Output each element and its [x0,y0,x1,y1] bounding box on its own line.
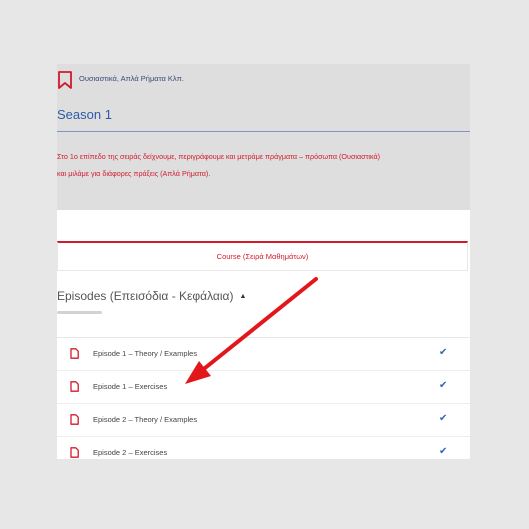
episodes-heading-label: Episodes (Επεισόδια - Κεφάλαια) [57,289,234,303]
file-icon [70,381,79,392]
list-item[interactable]: Episode 2 – Exercises ✔ [57,437,470,459]
list-item[interactable]: Episode 1 – Theory / Examples ✔ [57,338,470,371]
tab-course[interactable]: Course (Σειρά Μαθημάτων) [57,241,468,271]
season-divider [57,131,470,132]
tab-course-label: Course (Σειρά Μαθημάτων) [216,252,309,261]
season-description: Στο 1ο επίπεδο της σειράς δείχνουμε, περ… [57,148,470,182]
description-line-1: Στο 1ο επίπεδο της σειράς δείχνουμε, περ… [57,152,381,161]
check-icon: ✔ [439,347,448,358]
check-icon: ✔ [439,413,448,424]
course-panel: Ουσιαστικά, Απλά Ρήματα Κλπ. Season 1 Στ… [57,64,470,459]
episodes-heading[interactable]: Episodes (Επεισόδια - Κεφάλαια) ▲ [57,289,246,303]
caret-up-icon[interactable]: ▲ [239,293,246,300]
season-title: Season 1 [57,107,112,122]
course-name[interactable]: Ουσιαστικά, Απλά Ρήματα Κλπ. [79,74,184,83]
file-icon [70,447,79,458]
list-item[interactable]: Episode 2 – Theory / Examples ✔ [57,404,470,437]
episode-list: Episode 1 – Theory / Examples ✔ Episode … [57,337,470,459]
episode-label[interactable]: Episode 1 – Exercises [93,382,167,391]
episode-label[interactable]: Episode 1 – Theory / Examples [93,349,197,358]
description-line-2: και μιλάμε για διάφορες πράξεις (Απλά Ρή… [57,169,211,178]
episode-label[interactable]: Episode 2 – Exercises [93,448,167,457]
heading-underline [57,311,102,314]
course-header: Ουσιαστικά, Απλά Ρήματα Κλπ. Season 1 Στ… [57,64,470,210]
bookmark-icon[interactable] [57,71,73,89]
file-icon [70,348,79,359]
file-icon [70,414,79,425]
check-icon: ✔ [439,446,448,457]
episode-label[interactable]: Episode 2 – Theory / Examples [93,415,197,424]
list-item[interactable]: Episode 1 – Exercises ✔ [57,371,470,404]
check-icon: ✔ [439,380,448,391]
